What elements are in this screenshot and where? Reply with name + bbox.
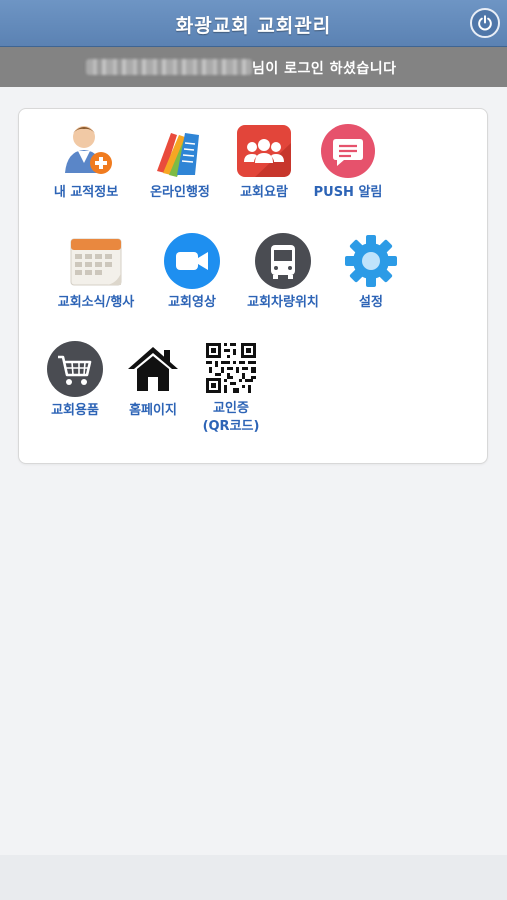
menu-item-push-notification[interactable]: PUSH 알림 — [303, 123, 393, 203]
user-add-icon — [65, 126, 112, 174]
login-message: 님이 로그인 하셨습니다 — [252, 61, 397, 77]
menu-label: PUSH 알림 — [313, 185, 383, 200]
menu-label: 교인증 — [213, 401, 249, 416]
menu-label: 내 교적정보 — [53, 185, 119, 200]
menu-label-sub: (QR코드) — [202, 419, 260, 434]
app-title: 화광교회 교회관리 — [175, 15, 332, 37]
power-icon — [478, 15, 492, 31]
menu-item-church-goods[interactable]: 교회용품 — [37, 341, 113, 421]
menu-label: 온라인행정 — [150, 185, 210, 200]
menu-label: 홈페이지 — [129, 403, 177, 418]
menu-label: 교회요람 — [240, 185, 288, 200]
qr-code-icon — [206, 343, 256, 393]
menu-item-settings[interactable]: 설정 — [329, 233, 413, 313]
chat-bubble-icon — [321, 124, 375, 178]
menu-label: 교회소식/행사 — [57, 295, 135, 310]
bus-icon — [255, 233, 311, 289]
menu-item-church-directory[interactable]: 교회요람 — [219, 123, 309, 203]
menu-item-church-video[interactable]: 교회영상 — [148, 233, 236, 313]
power-button[interactable] — [470, 8, 500, 38]
menu-label: 설정 — [359, 295, 383, 310]
menu-label: 교회용품 — [51, 403, 99, 418]
video-camera-icon — [164, 233, 220, 289]
menu-label: 교회영상 — [168, 295, 216, 310]
redacted-user-name — [86, 59, 252, 75]
menu-item-my-info[interactable]: 내 교적정보 — [41, 123, 131, 203]
home-icon — [128, 347, 178, 391]
menu-panel: 내 교적정보 온라인행정 교회요람 PUSH 알림 교회소식/행사 교회영상 교… — [18, 108, 488, 464]
documents-icon — [157, 133, 199, 177]
menu-item-bus-location[interactable]: 교회차량위치 — [237, 233, 329, 313]
bottom-area — [0, 855, 507, 900]
gear-icon — [345, 235, 397, 287]
people-group-icon — [237, 125, 291, 177]
shopping-cart-icon — [47, 341, 103, 397]
menu-label: 교회차량위치 — [247, 295, 319, 310]
menu-item-homepage[interactable]: 홈페이지 — [115, 341, 191, 421]
app-header: 화광교회 교회관리 — [0, 0, 507, 47]
menu-item-online-admin[interactable]: 온라인행정 — [135, 123, 225, 203]
menu-item-church-news[interactable]: 교회소식/행사 — [41, 233, 151, 313]
login-status-bar: 님이 로그인 하셨습니다 — [0, 47, 507, 87]
calendar-icon — [70, 238, 122, 286]
menu-item-member-qr[interactable]: 교인증 (QR코드) — [191, 341, 271, 434]
